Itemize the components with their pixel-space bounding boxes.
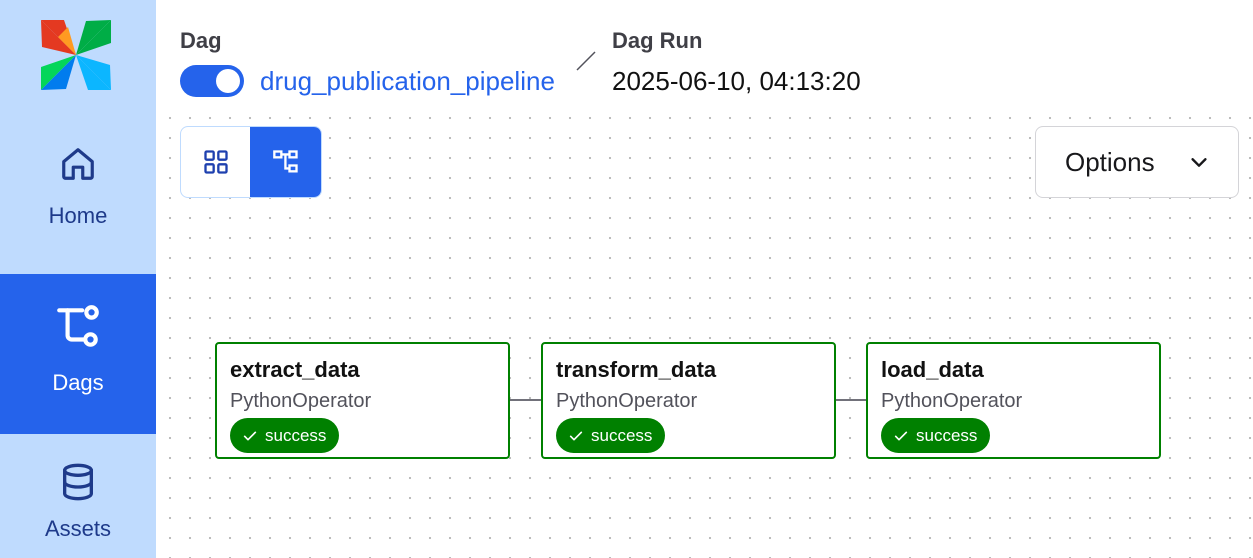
task-operator: PythonOperator xyxy=(230,390,372,412)
task-name: load_data xyxy=(881,357,984,382)
grid-view-button[interactable] xyxy=(181,127,250,197)
options-dropdown[interactable]: Options xyxy=(1035,126,1239,198)
home-icon xyxy=(62,148,94,180)
grid-view-icon xyxy=(203,150,228,174)
task-node[interactable]: load_data PythonOperator success xyxy=(866,342,1161,459)
graph-view-icon xyxy=(272,150,298,173)
database-icon xyxy=(63,463,94,501)
check-icon xyxy=(894,431,908,440)
airflow-logo-icon[interactable] xyxy=(38,17,114,93)
dag-name-link[interactable]: drug_publication_pipeline xyxy=(260,66,555,97)
status-text: success xyxy=(591,425,653,445)
sidebar-item-label: Assets xyxy=(44,516,112,541)
check-icon xyxy=(243,431,257,440)
view-toggle-group xyxy=(180,126,322,198)
sidebar-item-label: Home xyxy=(48,203,108,228)
task-operator: PythonOperator xyxy=(556,390,698,412)
breadcrumb-separator-icon xyxy=(576,51,596,71)
check-icon xyxy=(569,431,583,440)
task-node[interactable]: transform_data PythonOperator success xyxy=(541,342,836,459)
task-node[interactable]: extract_data PythonOperator success xyxy=(215,342,510,459)
task-operator: PythonOperator xyxy=(881,390,1023,412)
sidebar-item-label: Dags xyxy=(52,370,104,395)
dag-run-id: 2025-06-10, 04:13:20 xyxy=(612,66,861,96)
dag-enabled-toggle[interactable] xyxy=(180,65,244,97)
status-badge: success xyxy=(230,418,340,453)
graph-edge xyxy=(509,399,541,401)
graph-edge xyxy=(835,399,867,401)
task-name: transform_data xyxy=(556,357,717,382)
sidebar-item-assets[interactable]: Assets xyxy=(0,462,156,558)
sidebar: Home Dags Assets xyxy=(0,0,156,558)
status-text: success xyxy=(265,425,327,445)
status-badge: success xyxy=(881,418,991,453)
task-name: extract_data xyxy=(230,357,360,382)
dags-icon xyxy=(57,305,99,347)
dag-label: Dag xyxy=(180,28,222,53)
graph-view-button[interactable] xyxy=(250,127,321,197)
sidebar-item-dags[interactable]: Dags xyxy=(0,274,156,434)
status-text: success xyxy=(916,425,978,445)
status-badge: success xyxy=(556,418,666,453)
chevron-down-icon xyxy=(1191,158,1207,167)
toggle-knob xyxy=(216,69,240,93)
dag-run-label: Dag Run xyxy=(612,28,703,53)
options-label: Options xyxy=(1065,146,1155,177)
sidebar-item-home[interactable]: Home xyxy=(0,145,156,245)
